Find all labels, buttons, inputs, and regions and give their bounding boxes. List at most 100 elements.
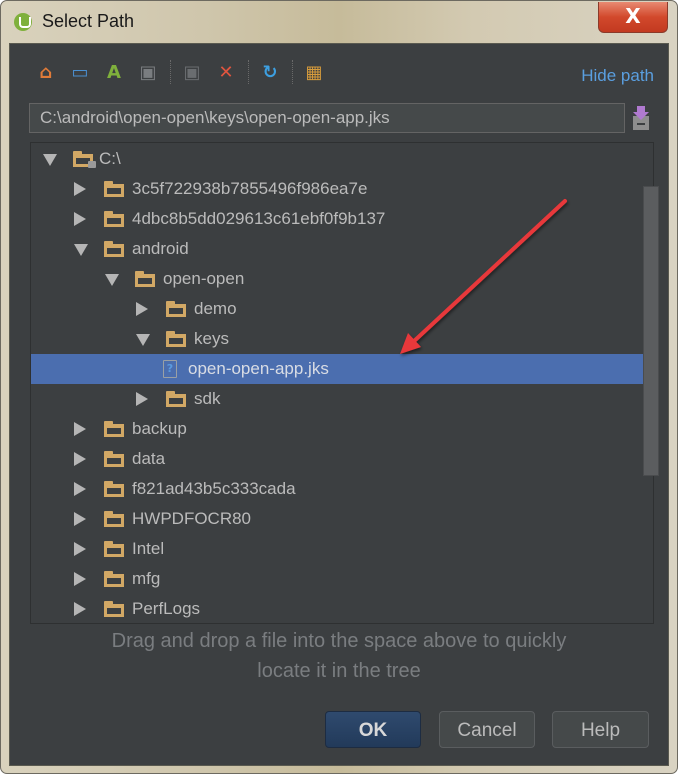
hint-line-1: Drag and drop a file into the space abov… xyxy=(111,630,567,652)
expand-arrow-down-icon[interactable] xyxy=(43,154,57,166)
tree-folder-row[interactable]: open-open xyxy=(31,264,653,294)
tree-folder-row[interactable]: backup xyxy=(31,414,653,444)
folder-icon xyxy=(135,271,155,287)
expand-arrow-right-icon[interactable] xyxy=(136,302,148,316)
tree-file-row[interactable]: ? open-open-app.jks xyxy=(31,354,653,384)
tree-folder-row[interactable]: C:\ xyxy=(31,144,653,174)
tree-item-label: backup xyxy=(132,419,187,438)
tree-item-label: open-open xyxy=(163,269,245,288)
dialog-content: ⌂ ▭ A ▣ ▣ ✕ ↻ ▦ Hide path C:\ 3c5f722938b7855496… xyxy=(9,43,669,766)
select-path-dialog: Select Path X ⌂ ▭ A ▣ ▣ ✕ ↻ ▦ Hide path C:\ 3c5f… xyxy=(0,0,678,774)
folder-icon xyxy=(104,451,124,467)
tree-folder-row[interactable]: keys xyxy=(31,324,653,354)
tree-item-label: demo xyxy=(194,299,237,318)
expand-arrow-down-icon[interactable] xyxy=(105,274,119,286)
dialog-title: Select Path xyxy=(42,11,135,31)
help-button[interactable]: Help xyxy=(552,711,649,748)
desktop-button[interactable]: ▭ xyxy=(66,58,94,86)
hide-path-link[interactable]: Hide path xyxy=(581,66,654,86)
tree-folder-row[interactable]: PerfLogs xyxy=(31,594,653,623)
tree-item-label: 3c5f722938b7855496f986ea7e xyxy=(132,179,368,198)
expand-arrow-right-icon[interactable] xyxy=(74,182,86,196)
tree-folder-row[interactable]: android xyxy=(31,234,653,264)
tree-folder-row[interactable]: mfg xyxy=(31,564,653,594)
delete-folder-icon: ▣ xyxy=(183,61,201,83)
unknown-file-icon: ? xyxy=(163,360,177,378)
tree-folder-row[interactable]: demo xyxy=(31,294,653,324)
folder-icon xyxy=(104,421,124,437)
path-input[interactable] xyxy=(29,103,625,133)
tree-item-label: mfg xyxy=(132,569,161,588)
expand-arrow-right-icon[interactable] xyxy=(74,212,86,226)
show-hidden-button[interactable]: ▦ xyxy=(300,58,328,86)
tree-folder-row[interactable]: sdk xyxy=(31,384,653,414)
path-history-icon[interactable] xyxy=(631,104,651,132)
android-project-icon: A xyxy=(107,61,121,83)
toolbar-separator xyxy=(248,60,250,84)
toolbar: ⌂ ▭ A ▣ ▣ ✕ ↻ ▦ xyxy=(32,58,334,86)
cancel-button[interactable]: Cancel xyxy=(439,711,535,748)
tree-item-label: Intel xyxy=(132,539,165,558)
folder-icon xyxy=(104,601,124,617)
home-icon: ⌂ xyxy=(39,61,53,83)
delete-icon: ✕ xyxy=(218,61,234,83)
folder-icon xyxy=(104,571,124,587)
tree-item-label: sdk xyxy=(194,389,221,408)
expand-arrow-right-icon[interactable] xyxy=(74,602,86,616)
ok-button[interactable]: OK xyxy=(325,711,421,748)
folder-icon xyxy=(166,391,186,407)
tree-item-label: HWPDFOCR80 xyxy=(132,509,252,528)
new-folder-icon: ▣ xyxy=(139,61,157,83)
expand-arrow-down-icon[interactable] xyxy=(74,244,88,256)
folder-icon xyxy=(166,331,186,347)
expand-arrow-right-icon[interactable] xyxy=(74,482,86,496)
home-button[interactable]: ⌂ xyxy=(32,58,60,86)
tree-folder-row[interactable]: 4dbc8b5dd029613c61ebf0f9b137 xyxy=(31,204,653,234)
delete-button[interactable]: ✕ xyxy=(212,58,240,86)
android-studio-icon xyxy=(14,13,32,31)
expand-arrow-right-icon[interactable] xyxy=(74,422,86,436)
folder-icon xyxy=(104,541,124,557)
hint-line-2: locate it in the tree xyxy=(257,660,421,682)
tree-folder-row[interactable]: HWPDFOCR80 xyxy=(31,504,653,534)
expand-arrow-right-icon[interactable] xyxy=(74,572,86,586)
folder-icon xyxy=(104,481,124,497)
tree-folder-row[interactable]: Intel xyxy=(31,534,653,564)
tree-item-label: 4dbc8b5dd029613c61ebf0f9b137 xyxy=(132,209,386,228)
folder-icon xyxy=(104,241,124,257)
new-folder-button[interactable]: ▣ xyxy=(134,58,162,86)
tree-item-label: open-open-app.jks xyxy=(188,359,329,378)
expand-arrow-right-icon[interactable] xyxy=(74,542,86,556)
folder-icon xyxy=(104,511,124,527)
show-hidden-icon: ▦ xyxy=(305,61,323,83)
tree-folder-row[interactable]: 3c5f722938b7855496f986ea7e xyxy=(31,174,653,204)
tree-item-label: PerfLogs xyxy=(132,599,201,618)
tree-item-label: keys xyxy=(194,329,229,348)
tree-folder-row[interactable]: f821ad43b5c333cada xyxy=(31,474,653,504)
expand-arrow-right-icon[interactable] xyxy=(74,452,86,466)
folder-icon xyxy=(166,301,186,317)
tree-item-label: f821ad43b5c333cada xyxy=(132,479,296,498)
file-tree[interactable]: C:\ 3c5f722938b7855496f986ea7e 4dbc8b5dd02… xyxy=(30,142,654,624)
drag-drop-hint: Drag and drop a file into the space abov… xyxy=(10,626,668,686)
desktop-icon: ▭ xyxy=(71,61,89,83)
tree-item-label: android xyxy=(132,239,189,258)
drive-folder-icon xyxy=(73,151,96,168)
android-project-button[interactable]: A xyxy=(100,58,128,86)
tree-folder-row[interactable]: data xyxy=(31,444,653,474)
expand-arrow-down-icon[interactable] xyxy=(136,334,150,346)
refresh-button[interactable]: ↻ xyxy=(256,58,284,86)
lock-icon xyxy=(88,161,96,168)
tree-item-label: C:\ xyxy=(99,149,121,168)
toolbar-separator xyxy=(292,60,294,84)
delete-folder-button[interactable]: ▣ xyxy=(178,58,206,86)
close-button[interactable]: X xyxy=(598,2,668,33)
folder-icon xyxy=(104,181,124,197)
toolbar-separator xyxy=(170,60,172,84)
expand-arrow-right-icon[interactable] xyxy=(74,512,86,526)
tree-item-label: data xyxy=(132,449,166,468)
tree-scrollbar-thumb[interactable] xyxy=(643,186,659,476)
refresh-icon: ↻ xyxy=(262,61,278,83)
title-bar[interactable]: Select Path X xyxy=(1,1,677,43)
expand-arrow-right-icon[interactable] xyxy=(136,392,148,406)
